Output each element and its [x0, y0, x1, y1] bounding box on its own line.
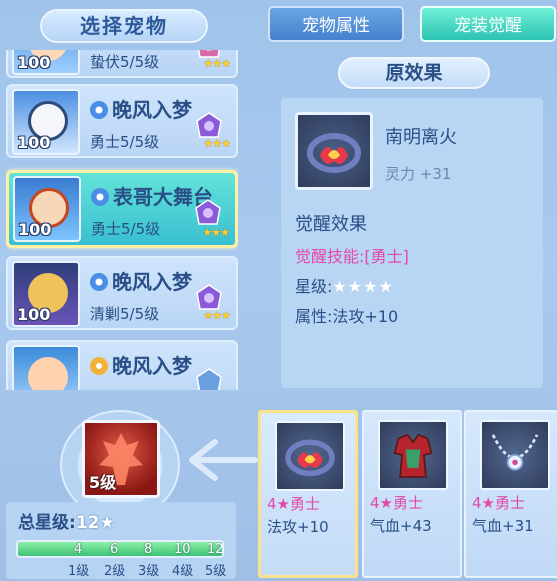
pet-avatar: 100 — [13, 176, 81, 242]
pet-status: 勇士5/5级 — [91, 220, 161, 238]
pet-list[interactable]: 100 蛰伏5/5级 ★★★ 100 晚风入梦 勇士5/5级 ★★★ 100 表… — [6, 50, 238, 390]
pet-level: 100 — [18, 220, 52, 239]
equip-quality: 4★勇士 — [267, 495, 320, 513]
equip-quality: 4★勇士 — [370, 494, 423, 512]
fire-crown-icon — [295, 112, 373, 190]
original-effect-panel: 南明离火 灵力 +31 觉醒效果 觉醒技能:[勇士] 星级:★★★★ 属性:法攻… — [281, 98, 543, 388]
pet-name: 晚风入梦 — [90, 266, 192, 295]
tick-label: 6 — [110, 542, 119, 557]
star-progress-fill — [18, 542, 222, 556]
level-label: 1级 — [68, 564, 90, 579]
arrow-left-icon — [189, 439, 258, 481]
awaken-effect-title: 觉醒效果 — [295, 214, 367, 235]
pet-card-0[interactable]: 100 蛰伏5/5级 ★★★ — [6, 50, 238, 78]
equip-card-1[interactable]: 4★勇士 气血+43 — [362, 410, 462, 578]
level-label: 3级 — [138, 564, 160, 579]
total-star-level: 总星级:12★ — [18, 513, 115, 533]
pet-stars: ★★★ — [202, 226, 230, 239]
warrior-skill-icon[interactable]: 5级 — [82, 420, 160, 498]
blue-gem-icon — [91, 188, 109, 206]
pet-name: 晚风入梦 — [90, 94, 192, 123]
blue-gem-icon — [90, 101, 108, 119]
blue-gem-icon — [90, 273, 108, 291]
pet-name: 晚风入梦 — [90, 350, 192, 379]
pet-status: 清剿5/5级 — [90, 305, 160, 323]
pet-avatar: 100 — [12, 50, 80, 75]
pet-card-3[interactable]: 100 晚风入梦 清剿5/5级 ★★★ — [6, 256, 238, 330]
equip-stat: 灵力 +31 — [385, 165, 452, 183]
equip-card-0[interactable]: 4★勇士 法攻+10 — [258, 410, 358, 578]
purple-gem-badge-icon — [195, 199, 221, 225]
pet-avatar: 100 — [12, 261, 80, 327]
pet-avatar — [12, 345, 80, 390]
equip-stat: 气血+31 — [472, 517, 534, 535]
tick-label: 8 — [144, 542, 153, 557]
pet-level: 100 — [17, 305, 51, 324]
skill-level: 5级 — [89, 473, 117, 492]
red-armor-icon — [378, 420, 448, 490]
pet-level: 100 — [17, 133, 51, 152]
equip-quality: 4★勇士 — [472, 494, 525, 512]
pet-level: 100 — [17, 53, 51, 72]
star-progress-bar: 4 6 8 10 12 — [16, 540, 224, 558]
awaken-skill-line: 觉醒技能:[勇士] — [295, 247, 409, 266]
pet-status: 蛰伏5/5级 — [90, 53, 160, 71]
equip-name: 南明离火 — [385, 127, 457, 148]
pet-avatar: 100 — [12, 89, 80, 155]
fire-crown-icon — [275, 421, 345, 491]
equip-card-2[interactable]: 4★勇士 气血+31 — [464, 410, 557, 578]
level-label: 5级 — [205, 564, 227, 579]
star-progress-panel: 总星级:12★ 4 6 8 10 12 1级 2级 3级 4级 5级 — [6, 502, 236, 579]
pet-card-2[interactable]: 100 表哥大舞台 勇士5/5级 ★★★ — [6, 170, 238, 248]
original-effect-title: 原效果 — [338, 57, 490, 89]
tick-label: 4 — [74, 542, 83, 557]
pet-stars: ★★★ — [203, 137, 231, 150]
tab-pet-attributes[interactable]: 宠物属性 — [268, 6, 404, 42]
necklace-icon — [480, 420, 550, 490]
awaken-star-line: 星级:★★★★ — [295, 277, 394, 296]
select-pet-title: 选择宠物 — [40, 9, 208, 43]
equip-stat: 气血+43 — [370, 517, 432, 535]
pet-stars: ★★★ — [203, 309, 231, 322]
tick-label: 10 — [174, 542, 191, 557]
pet-equip-badge-icon — [196, 368, 222, 390]
level-label: 2级 — [104, 564, 126, 579]
pet-card-4[interactable]: 晚风入梦 — [6, 340, 238, 390]
tab-costume-awaken[interactable]: 宠装觉醒 — [420, 6, 556, 42]
pet-stars: ★★★ — [203, 57, 231, 70]
pet-card-1[interactable]: 100 晚风入梦 勇士5/5级 ★★★ — [6, 84, 238, 158]
awaken-attr-line: 属性:法攻+10 — [295, 307, 399, 326]
tick-label: 12 — [207, 542, 224, 557]
level-label: 4级 — [172, 564, 194, 579]
equip-stat: 法攻+10 — [267, 518, 329, 536]
gold-gem-icon — [90, 357, 108, 375]
pet-status: 勇士5/5级 — [90, 133, 160, 151]
